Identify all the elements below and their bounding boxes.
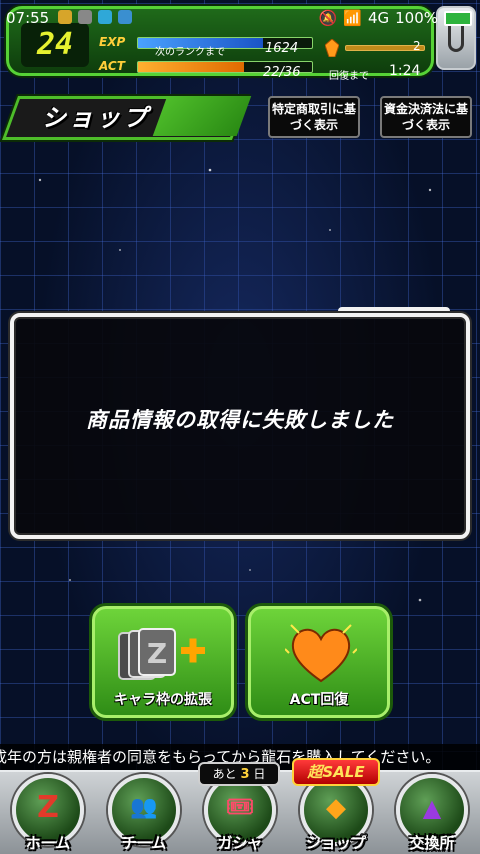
expand-character-slots-label: キャラ枠の拡張 [114, 692, 212, 708]
wifi-icon: 📶 [343, 9, 362, 27]
page-title: ショップ [42, 104, 150, 132]
status-bar: 07:55 🔕 📶 4G 100% [0, 0, 480, 36]
network-type: 4G [367, 9, 390, 27]
notification-icon [118, 10, 132, 24]
act-value: 22/36 [263, 65, 301, 80]
sale-badge-label: SALE [322, 763, 365, 781]
svg-text:Z: Z [147, 637, 167, 670]
exp-label: EXP [99, 35, 126, 49]
payment-services-button[interactable]: 資金決済法に基づく表示 [380, 96, 472, 138]
title-accent [152, 96, 252, 136]
error-message: 商品情報の取得に失敗しました [86, 408, 394, 432]
status-time: 07:55 [6, 9, 50, 27]
commercial-transactions-button[interactable]: 特定商取引に基づく表示 [268, 96, 360, 138]
recover-time: 1:24 [389, 63, 421, 79]
battery-icon [444, 10, 472, 26]
dragon-stone-icon [325, 39, 339, 57]
gacha-remaining-badge: あと 3 日 [198, 762, 280, 786]
nav-exchange-label: 交換所 [409, 834, 455, 852]
nav-home-label: ホーム [25, 834, 71, 852]
nav-exchange[interactable]: ▲ 交換所 [384, 772, 480, 854]
status-notification-icons [58, 10, 132, 24]
status-right: 🔕 📶 4G 100% [319, 9, 472, 27]
gacha-badge-days: 3 [240, 767, 250, 782]
nav-home[interactable]: Z ホーム [0, 772, 96, 854]
act-recover-button[interactable]: ACT回復 [248, 606, 390, 718]
expand-character-slots-button[interactable]: Z キャラ枠の拡張 [92, 606, 234, 718]
exp-caption: 次のランクまで [155, 47, 225, 58]
heart-icon [285, 624, 357, 683]
act-bar-fill [138, 62, 245, 72]
mute-icon: 🔕 [318, 9, 338, 27]
recover-label: 回復まで [329, 71, 369, 82]
stone-value: 2 [413, 39, 421, 53]
nav-team[interactable]: 👥 チーム [96, 772, 192, 854]
team-icon: 👥 [130, 795, 158, 820]
nav-gacha-label: ガシャ [217, 834, 263, 852]
battery-percent: 100% [395, 9, 438, 27]
exchange-icon: ▲ [422, 794, 442, 822]
character-slot-expand-icon: Z [118, 628, 205, 680]
notification-icon [78, 10, 92, 24]
sale-badge-prefix: 超 [307, 763, 323, 781]
act-recover-label: ACT回復 [289, 692, 349, 708]
gacha-badge-prefix: あと [212, 767, 237, 781]
gacha-icon: 🎟 [226, 795, 254, 820]
gacha-badge-suffix: 日 [253, 767, 266, 781]
z-logo-icon: Z [37, 790, 59, 825]
act-label: ACT [99, 59, 125, 73]
exp-value: 1624 [265, 41, 299, 56]
sale-badge: 超SALE [292, 758, 380, 786]
nav-shop-label: ショップ [305, 834, 366, 852]
dragon-stone-icon: ◆ [326, 793, 346, 823]
notification-icon [98, 10, 112, 24]
notification-icon [58, 10, 72, 24]
nav-team-label: チーム [121, 834, 167, 852]
